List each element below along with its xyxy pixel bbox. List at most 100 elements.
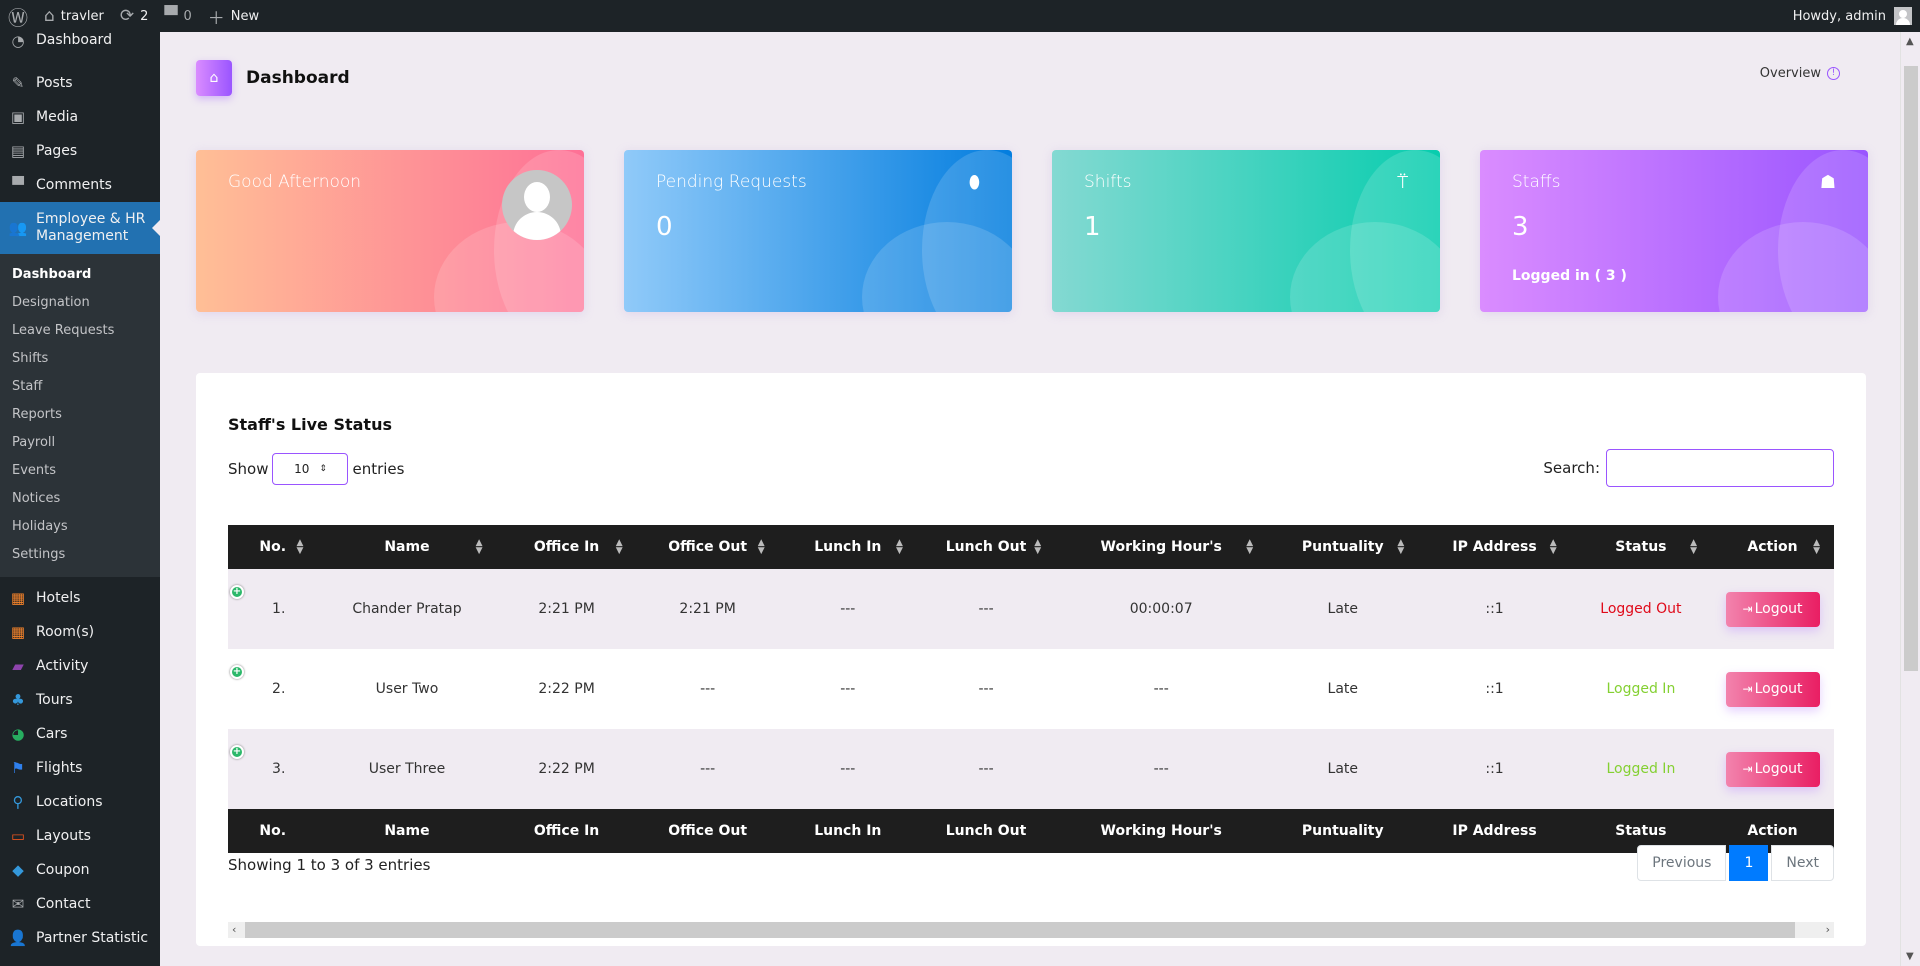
sort-icon: ▲ ▼ (296, 538, 304, 556)
chevron-right-icon[interactable]: › (1826, 922, 1830, 938)
site-name: travler (60, 8, 104, 24)
sidebar-item-contact[interactable]: ✉ Contact (0, 887, 160, 921)
sidebar-item-media[interactable]: ▣ Media (0, 100, 160, 134)
column-header[interactable]: IP Address ▲ ▼ (1418, 525, 1570, 569)
cell-punctuality: Late (1327, 681, 1358, 697)
expand-row-icon[interactable]: + (230, 665, 244, 679)
submenu-notices[interactable]: Notices (0, 485, 160, 513)
submenu-reports[interactable]: Reports (0, 401, 160, 429)
sidebar-item-rooms[interactable]: ▦ Room(s) (0, 615, 160, 649)
search-input[interactable] (1606, 449, 1834, 487)
table-header-row: No. ▲ ▼ Name ▲ ▼ Office In ▲ ▼ Office Out ▲ ▼ Lunch … (228, 525, 1834, 569)
cell-working-hours: --- (1153, 681, 1169, 697)
column-header[interactable]: No. ▲ ▼ (228, 525, 317, 569)
logout-button[interactable]: ⇥ Logout (1725, 671, 1820, 707)
comments-link[interactable]: ▀ 0 (156, 0, 199, 32)
sidebar-item-tours[interactable]: ♣ Tours (0, 683, 160, 717)
column-header-label: Lunch In (814, 539, 882, 555)
staff-status-table: No. ▲ ▼ Name ▲ ▼ Office In ▲ ▼ Office Out ▲ ▼ Lunch … (228, 525, 1834, 853)
submenu-settings[interactable]: Settings (0, 541, 160, 569)
chevron-left-icon[interactable]: ‹ (232, 922, 236, 938)
sidebar-item-employee-hr[interactable]: 👥 Employee & HR Management (0, 202, 160, 254)
tickets-icon: ▰ (12, 657, 24, 675)
scrollbar-thumb[interactable] (1904, 66, 1918, 671)
status-badge: Logged Out (1600, 601, 1682, 617)
speedometer-icon: ◕ (11, 725, 25, 743)
card-title: Good Afternoon (228, 172, 362, 192)
tag-icon: ◆ (12, 861, 24, 879)
cell-office-out: 2:21 PM (679, 601, 736, 617)
column-header[interactable]: Name ▲ ▼ (317, 525, 496, 569)
column-header[interactable]: Status ▲ ▼ (1571, 525, 1711, 569)
previous-page-button[interactable]: Previous (1637, 845, 1727, 881)
cell-action: ⇥ Logout (1711, 729, 1834, 809)
submenu-staff[interactable]: Staff (0, 373, 160, 401)
chevron-up-icon[interactable]: ▲ (1906, 36, 1914, 47)
next-page-button[interactable]: Next (1771, 845, 1834, 881)
column-header[interactable]: Lunch In ▲ ▼ (779, 525, 917, 569)
sidebar-item-flights[interactable]: ⚑ Flights (0, 751, 160, 785)
column-header-label: Status (1615, 539, 1667, 555)
overview-link[interactable]: Overview ! (1760, 66, 1840, 81)
sidebar-item-locations[interactable]: ⚲ Locations (0, 785, 160, 819)
plus-icon: ＋ (207, 8, 225, 29)
scrollbar-thumb[interactable] (245, 922, 1795, 938)
updates-link[interactable]: ⟳ 2 (112, 0, 157, 32)
logout-button[interactable]: ⇥ Logout (1725, 751, 1820, 787)
column-header[interactable]: Office Out ▲ ▼ (637, 525, 779, 569)
horizontal-scrollbar[interactable]: ‹ › (228, 922, 1834, 938)
submenu-holidays[interactable]: Holidays (0, 513, 160, 541)
submenu-leave-requests[interactable]: Leave Requests (0, 317, 160, 345)
entries-label: entries (352, 460, 405, 478)
sort-icon: ▲ ▼ (475, 538, 483, 556)
sidebar-item-partner-statistic[interactable]: 👤 Partner Statistic (0, 921, 160, 955)
user-icon: 👤 (8, 929, 28, 947)
column-header[interactable]: Office In ▲ ▼ (497, 525, 637, 569)
sidebar-item-label: Activity (36, 658, 89, 674)
sidebar-item-comments[interactable]: ▀ Comments (0, 168, 160, 202)
wordpress-icon: Ⓦ (8, 5, 28, 30)
sidebar-item-hotels[interactable]: ▦ Hotels (0, 581, 160, 615)
submenu-designation[interactable]: Designation (0, 289, 160, 317)
column-header-label: Action (1747, 539, 1798, 555)
row-number: 1. (272, 601, 286, 617)
sidebar-item-posts[interactable]: ✎ Posts (0, 66, 160, 100)
column-header[interactable]: Lunch Out ▲ ▼ (917, 525, 1055, 569)
sidebar-item-pages[interactable]: ▤ Pages (0, 134, 160, 168)
page-length-value: 10 (294, 462, 310, 476)
page-length-select[interactable]: 10 ⇕ (272, 453, 349, 485)
card-title: Staffs (1512, 172, 1561, 192)
card-title: Shifts (1084, 172, 1132, 192)
wordpress-logo-button[interactable]: Ⓦ (0, 0, 36, 32)
sidebar-item-activity[interactable]: ▰ Activity (0, 649, 160, 683)
expand-row-icon[interactable]: + (230, 745, 244, 759)
my-account-menu[interactable]: Howdy, admin (1793, 7, 1920, 25)
sign-out-icon: ⇥ (1742, 762, 1753, 776)
greeting-card: Good Afternoon (196, 150, 584, 312)
submenu-dashboard[interactable]: Dashboard (0, 261, 160, 289)
new-content-button[interactable]: ＋ New (200, 0, 267, 32)
sidebar-item-label: Comments (36, 177, 112, 193)
cell-action: ⇥ Logout (1711, 649, 1834, 729)
site-name-link[interactable]: ⌂ travler (36, 0, 112, 32)
submenu-events[interactable]: Events (0, 457, 160, 485)
sidebar-item-cars[interactable]: ◕ Cars (0, 717, 160, 751)
logout-label: Logout (1754, 681, 1803, 697)
submenu-payroll[interactable]: Payroll (0, 429, 160, 457)
page-1-button[interactable]: 1 (1729, 845, 1769, 881)
expand-row-icon[interactable]: + (230, 585, 244, 599)
submenu-shifts[interactable]: Shifts (0, 345, 160, 373)
sidebar-item-label: Partner Statistic (36, 930, 149, 946)
logout-button[interactable]: ⇥ Logout (1725, 591, 1820, 627)
chevron-down-icon[interactable]: ▼ (1906, 951, 1914, 962)
column-header[interactable]: Action ▲ ▼ (1711, 525, 1834, 569)
column-header-label: Puntuality (1301, 539, 1384, 555)
sidebar-item-coupon[interactable]: ◆ Coupon (0, 853, 160, 887)
vertical-scrollbar[interactable]: ▲ ▼ (1900, 32, 1920, 966)
sidebar-item-dashboard[interactable]: ◔ Dashboard (0, 32, 160, 56)
sidebar-item-layouts[interactable]: ▭ Layouts (0, 819, 160, 853)
column-header[interactable]: Working Hour's ▲ ▼ (1055, 525, 1267, 569)
column-header[interactable]: Puntuality ▲ ▼ (1267, 525, 1418, 569)
comment-icon: ▀ (12, 176, 24, 194)
comment-icon: ▀ (164, 6, 178, 26)
